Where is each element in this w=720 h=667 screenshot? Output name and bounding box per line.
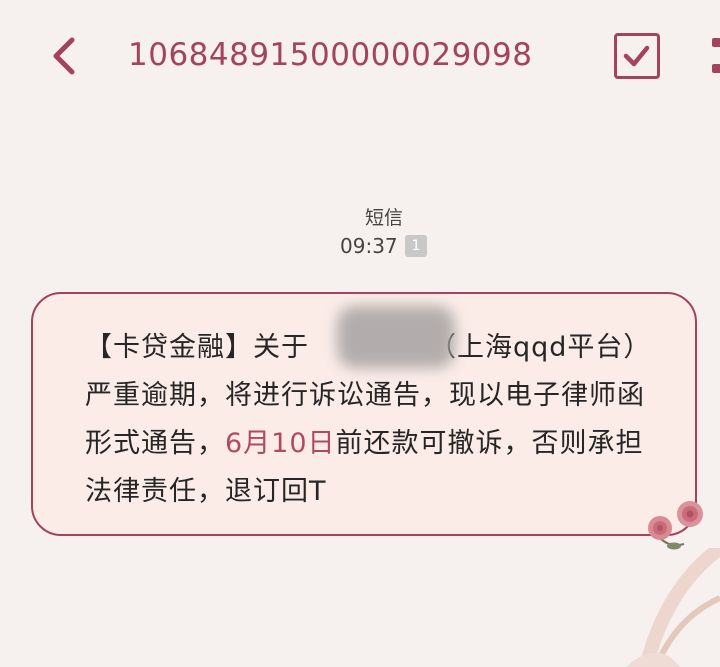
- more-options-button[interactable]: [708, 38, 720, 78]
- conversation-header: 10684891500000029098: [0, 0, 720, 110]
- message-channel-label: 短信: [364, 207, 403, 229]
- message-bubble[interactable]: 【卡贷金融】关于 （上海qqd平台）严重逾期，将进行诉讼通告，现以电子律师函形式通…: [31, 292, 697, 536]
- message-part-1: 【卡贷金融】关于: [85, 332, 309, 363]
- redacted-blur: [337, 306, 455, 368]
- chevron-left-icon: [53, 37, 75, 75]
- message-time: 09:37: [340, 234, 398, 258]
- select-button[interactable]: [614, 33, 660, 79]
- sms-conversation-screen: 10684891500000029098 短信 09:37 1 【卡贷金融】关于…: [0, 0, 720, 667]
- sim-card-badge: 1: [405, 235, 427, 257]
- rose-decoration-icon: [648, 501, 703, 550]
- message-date-link[interactable]: 6月10日: [225, 428, 336, 459]
- back-button[interactable]: [46, 34, 86, 78]
- sender-number: 10684891500000029098: [128, 37, 533, 73]
- check-icon: [623, 45, 650, 67]
- background-flower-decoration: [626, 548, 720, 667]
